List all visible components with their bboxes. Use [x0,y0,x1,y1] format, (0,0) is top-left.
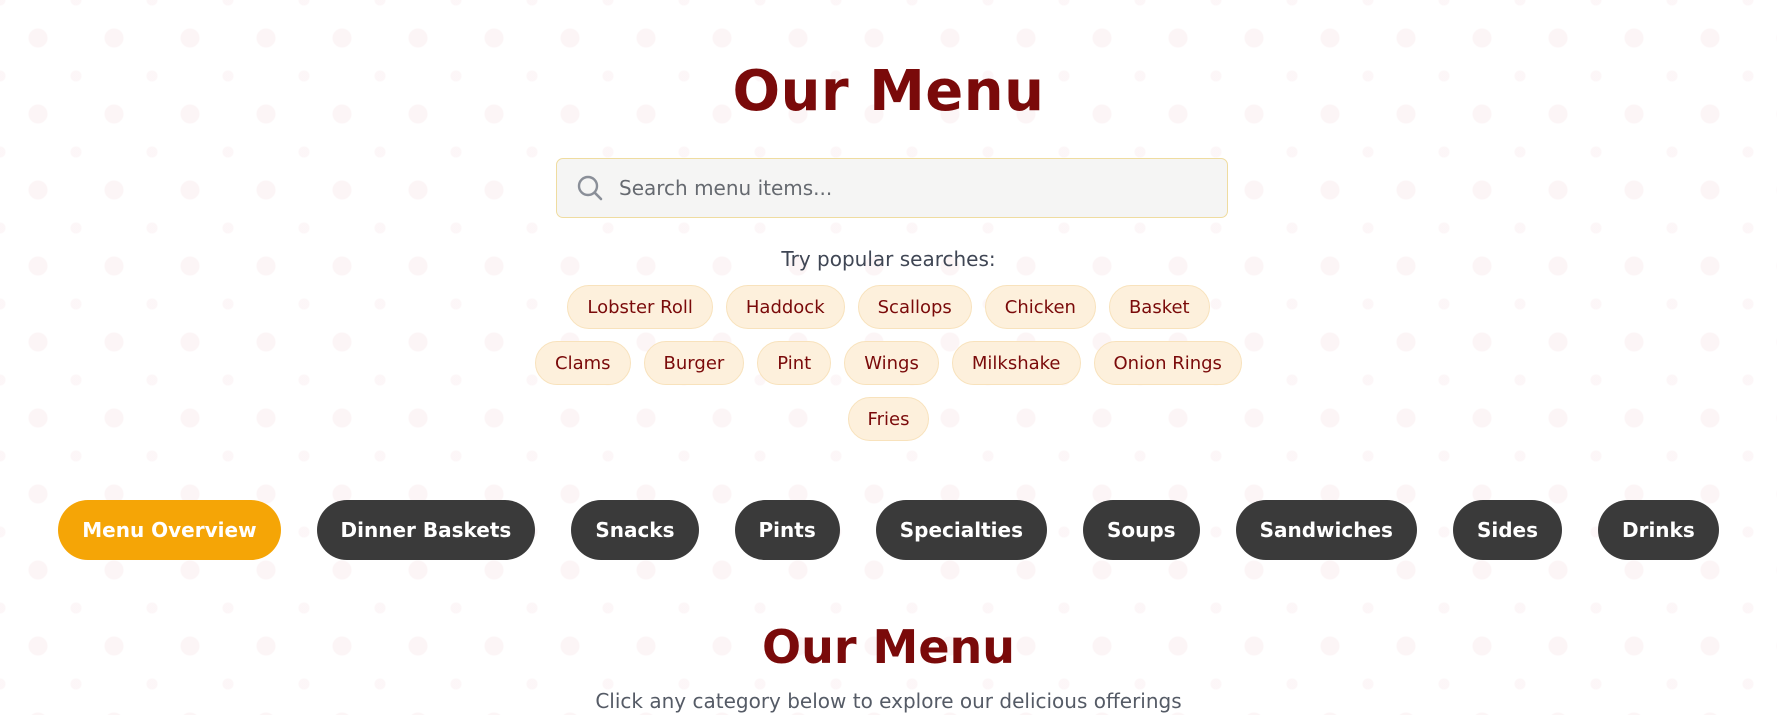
popular-search-chip-basket[interactable]: Basket [1108,285,1210,329]
menu-page: Our Menu Try popular searches: Lobster R… [0,0,1777,715]
popular-search-chip-burger[interactable]: Burger [643,341,745,385]
popular-search-chip-wings[interactable]: Wings [844,341,939,385]
popular-search-chip-clams[interactable]: Clams [535,341,631,385]
page-title: Our Menu [732,59,1045,124]
popular-search-chip-fries[interactable]: Fries [847,397,930,441]
search-icon [575,173,605,203]
popular-search-chip-pint[interactable]: Pint [757,341,832,385]
search-bar[interactable] [556,158,1228,218]
tab-drinks[interactable]: Drinks [1597,500,1719,560]
tab-pints[interactable]: Pints [734,500,840,560]
popular-search-chip-scallops[interactable]: Scallops [857,285,972,329]
popular-searches-row: Fries [0,397,1777,441]
popular-searches-row: Lobster Roll Haddock Scallops Chicken Ba… [0,285,1777,329]
popular-search-chip-chicken[interactable]: Chicken [984,285,1096,329]
section-subtitle: Click any category below to explore our … [595,689,1182,713]
popular-search-chip-onion-rings[interactable]: Onion Rings [1093,341,1242,385]
popular-searches-label: Try popular searches: [781,247,996,271]
popular-searches-row: Clams Burger Pint Wings Milkshake Onion … [0,341,1777,385]
tab-menu-overview[interactable]: Menu Overview [58,500,281,560]
popular-search-chip-haddock[interactable]: Haddock [725,285,845,329]
search-input[interactable] [619,168,1199,208]
tab-sides[interactable]: Sides [1452,500,1562,560]
tab-specialties[interactable]: Specialties [875,500,1047,560]
tab-snacks[interactable]: Snacks [571,500,699,560]
tab-soups[interactable]: Soups [1082,500,1200,560]
section-title: Our Menu [761,620,1016,674]
tab-dinner-baskets[interactable]: Dinner Baskets [316,500,536,560]
category-tabs: Menu Overview Dinner Baskets Snacks Pint… [0,500,1777,560]
tab-sandwiches[interactable]: Sandwiches [1235,500,1417,560]
popular-search-chip-lobster-roll[interactable]: Lobster Roll [567,285,713,329]
popular-search-chip-milkshake[interactable]: Milkshake [951,341,1081,385]
